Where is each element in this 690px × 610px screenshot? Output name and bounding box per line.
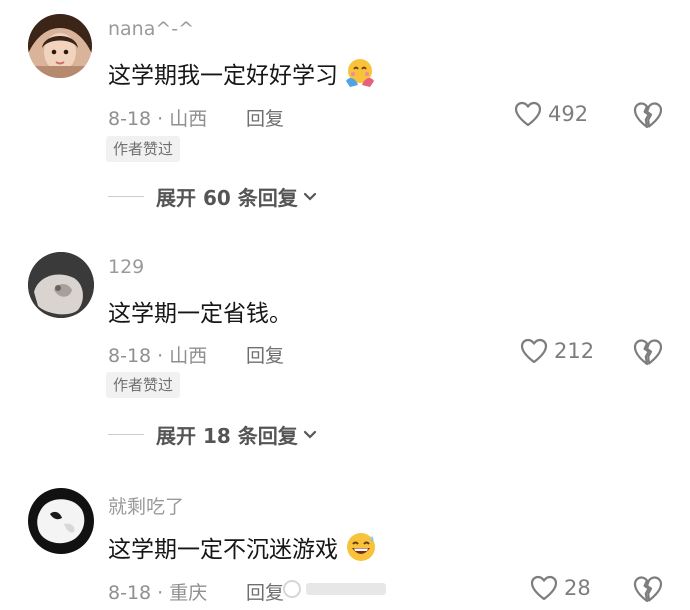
broken-heart-icon[interactable] (632, 101, 663, 129)
heart-outline-icon (514, 101, 542, 127)
comment-text: 这学期我一定好好学习 (108, 63, 338, 89)
avatar[interactable] (28, 252, 94, 318)
expand-replies-button[interactable]: 展开 60 条回复 (108, 182, 318, 211)
chevron-down-icon (303, 192, 316, 201)
like-button[interactable]: 492 (514, 101, 588, 127)
divider (108, 196, 144, 197)
grin-sweat-emoji (344, 530, 378, 564)
watermark-logo-icon (283, 580, 386, 598)
author-liked-badge: 作者赞过 (106, 136, 181, 162)
date-location: 8-18 · 重庆 (108, 582, 208, 604)
broken-heart-icon[interactable] (632, 338, 663, 366)
comment-text-row: 这学期一定省钱。 (108, 294, 292, 328)
expand-replies-button[interactable]: 展开 18 条回复 (108, 420, 318, 449)
heart-outline-icon (530, 575, 558, 601)
comment-text-row: 这学期我一定好好学习 (108, 56, 376, 90)
heart-outline-icon (520, 338, 548, 364)
comment-text: 这学期一定省钱。 (108, 301, 292, 327)
avatar[interactable] (28, 14, 92, 78)
expand-replies-label: 展开 60 条回复 (156, 186, 298, 210)
like-button[interactable]: 212 (520, 338, 594, 364)
username[interactable]: 129 (108, 256, 144, 278)
hug-face-emoji (344, 57, 376, 89)
date-location: 8-18 · 山西 (108, 345, 208, 367)
comment-list: nana^-^ 这学期我一定好好学习 8-18 · 山西 回复 492 作者赞过… (0, 0, 690, 610)
divider (108, 434, 144, 435)
username[interactable]: nana^-^ (108, 18, 194, 40)
reply-button[interactable]: 回复 (246, 341, 284, 368)
date-location: 8-18 · 山西 (108, 108, 208, 130)
reply-button[interactable]: 回复 (246, 104, 284, 131)
chevron-down-icon (303, 430, 316, 439)
comment-text-row: 这学期一定不沉迷游戏 (108, 530, 378, 564)
author-liked-badge: 作者赞过 (106, 372, 181, 398)
like-count: 492 (548, 102, 589, 126)
avatar[interactable] (28, 488, 94, 554)
watermark (282, 578, 392, 605)
like-button[interactable]: 28 (530, 575, 591, 601)
username[interactable]: 就剩吃了 (108, 492, 184, 519)
comment-text: 这学期一定不沉迷游戏 (108, 537, 338, 563)
expand-replies-label: 展开 18 条回复 (156, 424, 298, 448)
like-count: 28 (564, 576, 591, 600)
broken-heart-icon[interactable] (632, 575, 663, 603)
reply-button[interactable]: 回复 (246, 578, 284, 605)
like-count: 212 (554, 339, 595, 363)
